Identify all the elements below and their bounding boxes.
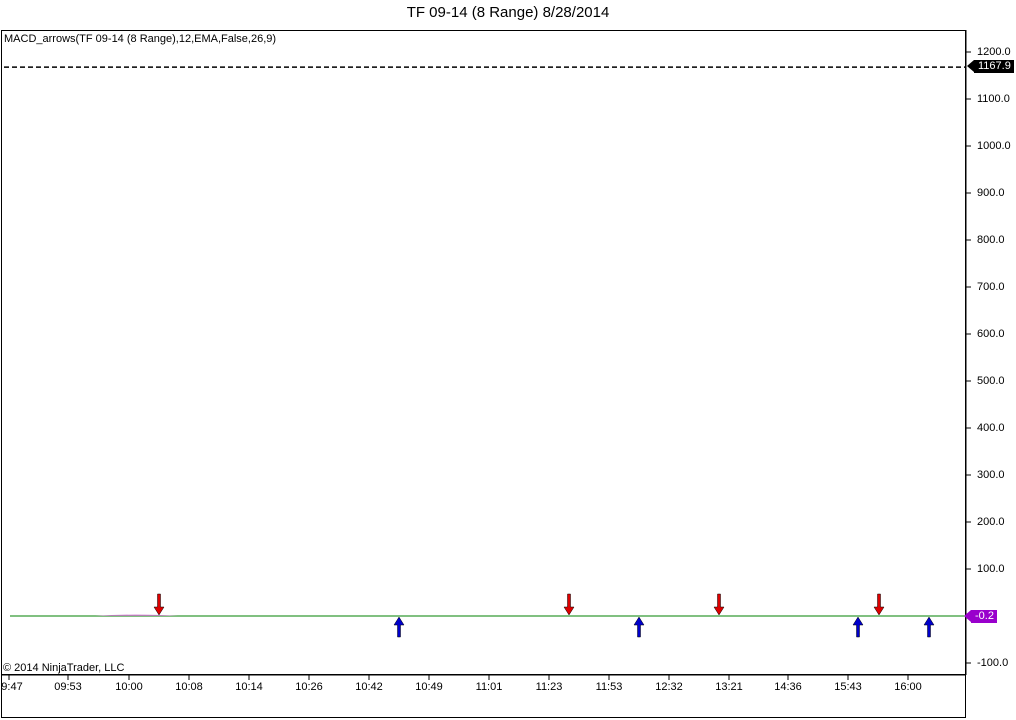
copyright-text: © 2014 NinjaTrader, LLC	[3, 662, 125, 674]
buy-arrow-icon	[852, 616, 864, 638]
macd-value-tag-notch	[964, 610, 971, 622]
time-tick-label: 14:36	[774, 681, 802, 693]
time-tick-label: 10:42	[355, 681, 383, 693]
price-tick-label: 600.0	[977, 328, 1005, 340]
time-tick-label: 10:49	[415, 681, 443, 693]
time-tick-label: 10:08	[175, 681, 203, 693]
price-tick-label: 500.0	[977, 375, 1005, 387]
time-tick-label: 09:53	[54, 681, 82, 693]
time-tick-label: 16:00	[894, 681, 922, 693]
last-price-tag-notch	[967, 60, 974, 72]
buy-arrow-icon	[923, 616, 935, 638]
time-tick-label: 11:23	[535, 681, 563, 693]
time-tick-label: 12:32	[655, 681, 683, 693]
time-axis-ticks	[8, 675, 909, 680]
price-tick-label: 800.0	[977, 234, 1005, 246]
price-tick-label: 400.0	[977, 422, 1005, 434]
price-tick-label: 1000.0	[977, 140, 1011, 152]
time-tick-label: 9:47	[1, 681, 23, 693]
macd-histogram	[95, 614, 178, 616]
time-tick-label: 10:14	[235, 681, 263, 693]
buy-arrow-icon	[393, 616, 405, 638]
time-tick-label: 10:26	[295, 681, 323, 693]
time-tick-label: 15:43	[834, 681, 862, 693]
indicator-label: MACD_arrows(TF 09-14 (8 Range),12,EMA,Fa…	[4, 33, 277, 45]
price-axis-ticks	[966, 51, 971, 664]
sell-arrow-icon	[153, 593, 165, 616]
macd-value-tag: -0.2	[971, 610, 997, 623]
time-tick-label: 10:00	[115, 681, 143, 693]
price-tick-label: 300.0	[977, 469, 1005, 481]
price-tick-label: 900.0	[977, 187, 1005, 199]
price-tick-label: -100.0	[977, 657, 1009, 669]
sell-arrow-icon	[563, 593, 575, 616]
time-tick-label: 11:01	[475, 681, 503, 693]
time-tick-label: 11:53	[595, 681, 623, 693]
last-price-tag: 1167.9	[974, 60, 1014, 73]
chart-canvas	[1, 30, 971, 680]
price-tick-label: 100.0	[977, 563, 1005, 575]
time-tick-label: 13:21	[715, 681, 743, 693]
price-tick-label: 200.0	[977, 516, 1005, 528]
buy-arrow-icon	[633, 616, 645, 638]
sell-arrow-icon	[713, 593, 725, 616]
price-tick-label: 1200.0	[977, 46, 1011, 58]
price-tick-label: 1100.0	[977, 93, 1010, 105]
price-tick-label: 700.0	[977, 281, 1005, 293]
sell-arrow-icon	[873, 593, 885, 616]
